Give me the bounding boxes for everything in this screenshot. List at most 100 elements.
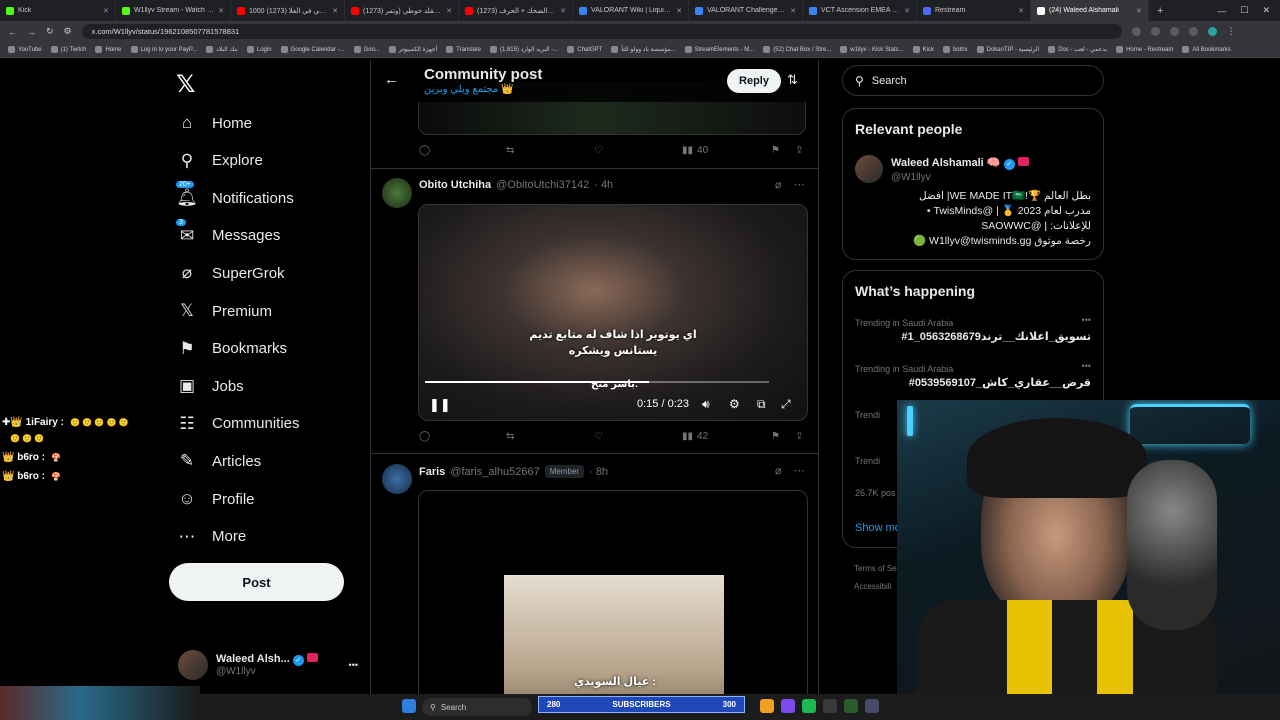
sidebar-item-more[interactable]: ⋯ More [176,524,247,550]
author-name[interactable]: Obito Utchiha [419,179,491,191]
terms-link[interactable]: Terms of Se [854,564,897,573]
tab-close-icon[interactable]: ✕ [446,7,452,15]
avatar[interactable] [382,464,412,494]
avatar[interactable] [382,178,412,208]
community-link[interactable]: مجتمع ويلي وبرين 👑 [424,84,514,95]
video-player[interactable]: عيال السويدي : [418,490,808,720]
volume-icon[interactable]: 🔊︎ [702,397,710,412]
bookmark-item[interactable]: مؤسسة باد وولو للتأ... [611,46,676,53]
bookmark-item[interactable]: All Bookmarks [1182,46,1231,53]
profile-icon[interactable] [1207,27,1217,36]
reload-icon[interactable]: ↻ [46,26,54,37]
share-icon[interactable]: ⇪ [795,145,803,156]
bookmark-item[interactable]: w1llyv - Kick Stats... [840,46,904,53]
post-time[interactable]: · 8h [589,466,608,478]
sort-icon[interactable]: ⇅ [787,72,798,88]
bookmark-item[interactable]: بنك البلاد [206,46,238,53]
like-icon[interactable]: ♡ [594,145,603,156]
app-icon[interactable] [781,699,795,713]
repost-icon[interactable]: ⇆ [506,431,514,442]
trend-more-icon[interactable]: ••• [1082,361,1091,371]
trend-name[interactable]: #قرض__عقاري_كاش_0539569107 [909,376,1091,389]
app-icon[interactable] [865,699,879,713]
reply-icon[interactable]: ◯ [419,431,430,442]
show-more-link[interactable]: Show mo [855,522,901,534]
more-icon[interactable]: ••• [349,660,358,670]
sidebar-item-explore[interactable]: ⚲ Explore [176,148,263,174]
video-progress-bar[interactable] [425,381,769,383]
fullscreen-icon[interactable]: ⤢ [781,397,791,412]
site-info-icon[interactable]: ⚙ [64,26,72,37]
author-handle[interactable]: @ObitoUtchi37142 [496,179,589,191]
sidebar-item-messages[interactable]: ✉ 3 Messages [176,218,280,249]
back-icon[interactable]: ← [8,27,17,37]
bookmark-item[interactable]: Translate [446,46,481,53]
forward-icon[interactable]: → [27,27,36,37]
tab-close-icon[interactable]: ✕ [904,7,910,15]
new-tab-icon[interactable]: + [1149,5,1171,17]
bookmark-item[interactable]: DokanTIP - الرئيسية [976,46,1039,53]
bookmark-icon[interactable]: ⚑ [771,431,780,442]
bookmark-item[interactable]: أجهزة الكمبيوتر [388,46,437,53]
app-icon[interactable] [844,699,858,713]
windows-start-icon[interactable] [402,699,416,713]
post-button[interactable]: Post [169,563,344,601]
tab-close-icon[interactable]: ✕ [1136,7,1142,15]
reply-icon[interactable]: ◯ [419,145,430,156]
browser-tab[interactable]: (1273) تحدي الضحك + الحرف ✕ [459,0,573,21]
person-handle[interactable]: @W1llyv [891,172,931,183]
tab-close-icon[interactable]: ✕ [676,7,682,15]
sidebar-item-supergrok[interactable]: ⌀ SuperGrok [176,260,285,286]
extension-icon[interactable] [1131,27,1141,36]
more-icon[interactable]: ⋯ [794,178,805,191]
bookmark-item[interactable]: Doc - بدعمي - لعب [1048,46,1107,53]
bookmark-item[interactable]: Login [246,46,272,53]
browser-tab[interactable]: (24) Waleed Alshamali ✕ [1031,0,1149,21]
grok-icon[interactable]: ⌀ [775,178,782,191]
bookmark-item[interactable]: botrix [942,46,968,53]
person-name-row[interactable]: Waleed Alshamali 🧠 ✓ [891,156,1029,170]
repost-icon[interactable]: ⇆ [506,145,514,156]
bookmark-item[interactable]: StreamElements - M... [684,46,754,53]
settings-icon[interactable]: ⚙ [729,397,740,411]
sidebar-item-profile[interactable]: ☺ Profile [176,486,254,512]
tab-close-icon[interactable]: ✕ [103,7,109,15]
sidebar-item-home[interactable]: ⌂ Home [176,110,252,136]
bookmark-item[interactable]: Google Calendar -... [280,46,345,53]
extension-icon[interactable] [1169,27,1179,36]
app-icon[interactable] [760,699,774,713]
bookmark-item[interactable]: Kick [912,46,934,53]
pause-icon[interactable]: ❚❚ [429,397,451,413]
bookmark-item[interactable]: Log in to your PayP... [130,46,197,53]
avatar[interactable] [855,155,883,183]
spotify-icon[interactable] [802,699,816,713]
bookmark-item[interactable]: ChatGPT [567,46,602,53]
reply-button[interactable]: Reply [727,69,781,93]
browser-tab[interactable]: VALORANT Wiki | Liquipedia ✕ [573,0,689,21]
search-input[interactable]: ⚲ Search [842,65,1104,96]
bookmark-item[interactable]: Home [95,46,122,53]
bookmark-item[interactable]: (1) Twitch [50,46,86,53]
bookmark-icon[interactable]: ⚑ [771,145,780,156]
close-icon[interactable]: ✕ [1262,5,1270,16]
browser-tab[interactable]: 1000 فالكوني في الغلا (1273)✕ [231,0,345,21]
extension-icon[interactable] [1150,27,1160,36]
menu-icon[interactable]: ⋮ [1227,26,1236,37]
more-icon[interactable]: ⋯ [794,464,805,477]
bookmark-item[interactable]: Goo... [353,46,380,53]
author-handle[interactable]: @faris_alhu52667 [450,466,539,478]
share-icon[interactable]: ⇪ [795,431,803,442]
sidebar-item-communities[interactable]: ☷ Communities [176,411,299,437]
trend-more-icon[interactable]: ••• [1082,315,1091,325]
tab-close-icon[interactable]: ✕ [1018,7,1024,15]
back-arrow-icon[interactable]: ← [384,71,399,88]
sidebar-item-articles[interactable]: ✎ Articles [176,448,261,474]
browser-tab[interactable]: (1273) واحد يقلد حوطي (وتمر ✕ [345,0,459,21]
grok-icon[interactable]: ⌀ [775,464,782,477]
taskbar-search[interactable]: ⚲ Search [422,698,532,716]
pip-icon[interactable]: ⧉ [757,397,766,412]
account-switcher[interactable]: Waleed Alsh... ✓ @W1llyv ••• [178,648,358,682]
bookmark-item[interactable]: Home - Restream [1116,46,1173,53]
sidebar-item-jobs[interactable]: ▣ Jobs [176,373,244,399]
views-stat[interactable]: ▮▮ 42 [682,431,708,442]
